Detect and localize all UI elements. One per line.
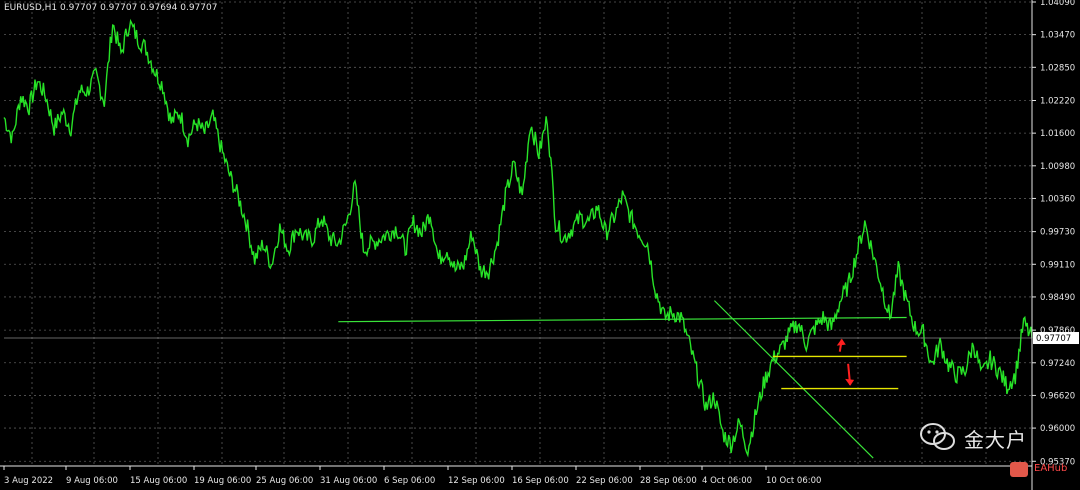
price-chart[interactable]: 1.04090 1.03470 1.02850 1.02220 1.01600 1.009… <box>0 0 1080 490</box>
y-tick-label: 0.99110 <box>1040 260 1075 270</box>
y-tick-label: 1.00980 <box>1040 162 1075 172</box>
symbol-label: EURUSD,H1 <box>4 3 58 13</box>
x-tick-label: 9 Aug 06:00 <box>66 476 118 486</box>
current-price-label: 0.97707 <box>1036 334 1071 344</box>
x-tick-label: 4 Oct 06:00 <box>702 476 752 486</box>
x-tick-label: 12 Sep 06:00 <box>448 476 505 486</box>
watermark-text: 金大户 <box>964 428 1027 452</box>
y-tick-label: 1.00360 <box>1040 194 1075 204</box>
y-tick-label: 0.98490 <box>1040 293 1075 303</box>
y-tick-label: 1.02220 <box>1040 96 1075 106</box>
brand-text: EAHub <box>1034 463 1068 474</box>
y-tick-label: 1.01600 <box>1040 129 1075 139</box>
y-tick-label: 0.99730 <box>1040 228 1075 238</box>
y-tick-label: 0.97240 <box>1040 359 1075 369</box>
x-tick-label: 16 Sep 06:00 <box>512 476 569 486</box>
x-tick-label: 6 Sep 06:00 <box>384 476 435 486</box>
y-tick-label: 0.96620 <box>1040 391 1075 401</box>
y-tick-label: 1.03470 <box>1040 31 1075 41</box>
x-tick-label: 19 Aug 06:00 <box>194 476 251 486</box>
eahub-logo-icon <box>1010 462 1028 477</box>
y-tick-label: 1.02850 <box>1040 63 1075 73</box>
x-tick-label: 22 Sep 06:00 <box>576 476 633 486</box>
ohlc-readout: 0.97707 0.97707 0.97694 0.97707 <box>60 3 218 13</box>
x-tick-label: 3 Aug 2022 <box>4 476 53 486</box>
chart-header: EURUSD,H1 0.97707 0.97707 0.97694 0.9770… <box>4 3 217 13</box>
wechat-icon <box>920 423 955 450</box>
x-tick-label: 15 Aug 06:00 <box>130 476 187 486</box>
x-tick-label: 28 Sep 06:00 <box>640 476 697 486</box>
x-tick-label: 31 Aug 06:00 <box>320 476 377 486</box>
x-tick-label: 25 Aug 06:00 <box>256 476 313 486</box>
y-tick-label: 0.96000 <box>1040 424 1075 434</box>
x-tick-label: 10 Oct 06:00 <box>766 476 821 486</box>
y-tick-label: 1.04090 <box>1040 0 1075 8</box>
